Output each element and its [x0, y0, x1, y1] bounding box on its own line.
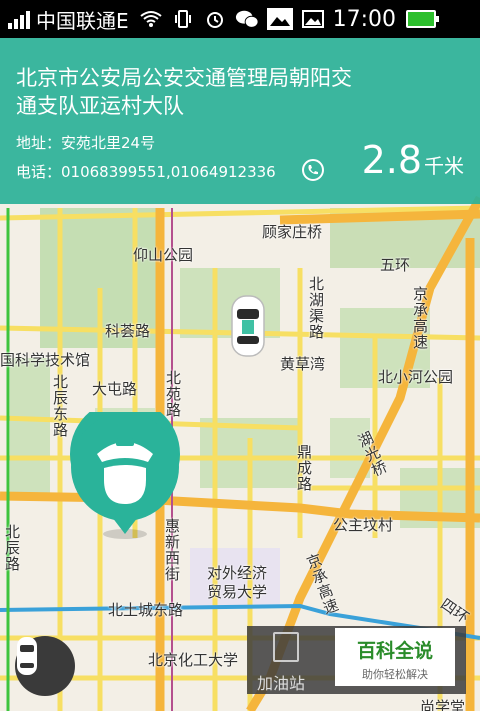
destination-title: 北京市公安局公安交通管理局朝阳交通支队亚运村大队 — [16, 66, 352, 118]
car-icon — [17, 637, 37, 675]
baike-subtitle: 助你轻松解决 — [362, 668, 428, 681]
gas-station-button[interactable]: 加油站 — [247, 626, 327, 694]
map-label-tech-hall: 国科学技术馆 — [0, 351, 91, 369]
map-label-wuhuan: 五环 — [380, 256, 411, 274]
battery-icon — [406, 10, 440, 28]
map-label-beichen-road: 北辰路 — [3, 524, 21, 572]
status-time: 17:00 — [332, 6, 397, 32]
map-label-beitucheng-east: 北土城东路 — [108, 601, 184, 619]
wechat-icon — [235, 8, 259, 30]
distance-unit: 千米 — [424, 154, 464, 178]
destination-info-panel[interactable]: 北京市公安局公安交通管理局朝阳交通支队亚运村大队 地址：安苑北里24号 电话：0… — [0, 38, 480, 204]
image-icon — [266, 8, 293, 30]
photo-icon — [301, 8, 325, 30]
map-label-uibe: 对外经济贸易大学 — [207, 564, 268, 601]
baike-title: 百科全说 — [356, 640, 433, 662]
bottom-action-panel: 加油站 百科全说 助你轻松解决 — [247, 626, 466, 694]
distance-display: 2.8 千米 — [362, 138, 464, 182]
signal-icon — [8, 9, 30, 29]
wifi-icon — [139, 8, 163, 30]
alarm-icon — [203, 8, 227, 30]
map-label-dingcheng-road: 鼎成路 — [295, 444, 313, 492]
map-label-beijing-chemical: 北京化工大学 — [148, 651, 239, 669]
map-label-beiyuan-road: 北苑路 — [164, 370, 182, 418]
map-label-beihuqu-road: 北湖渠路 — [307, 276, 325, 340]
vibrate-icon — [171, 8, 195, 30]
gas-pump-icon — [273, 632, 299, 662]
map-label-gujiazhuangqiao: 顾家庄桥 — [262, 223, 323, 241]
gas-station-label: 加油站 — [257, 674, 306, 693]
map-label-gongzhufen: 公主坟村 — [333, 516, 394, 534]
map-label-beichen-east: 北辰东路 — [51, 374, 69, 438]
baike-ad-banner[interactable]: 百科全说 助你轻松解决 — [335, 628, 455, 686]
map-label-jingcheng-express: 京承高速 — [411, 286, 429, 350]
map-label-shangxuetang: 尚学堂 — [420, 698, 466, 711]
map-label-datun-road: 大屯路 — [92, 380, 138, 398]
map-label-yangshan-park: 仰山公园 — [133, 246, 194, 264]
phone-call-icon[interactable] — [302, 159, 324, 181]
map-label-beixiaohe-park: 北小河公园 — [378, 368, 454, 386]
my-location-car-button[interactable] — [15, 636, 75, 696]
map-label-kehui-road: 科荟路 — [105, 322, 151, 340]
map-label-huangcaowan: 黄草湾 — [280, 355, 326, 373]
distance-value: 2.8 — [361, 138, 422, 182]
car-marker-icon[interactable] — [229, 294, 267, 358]
status-bar: 中国联通E 17:00 — [0, 0, 480, 38]
carrier-name: 中国联通E — [36, 8, 129, 33]
police-station-marker-icon[interactable] — [70, 412, 180, 542]
